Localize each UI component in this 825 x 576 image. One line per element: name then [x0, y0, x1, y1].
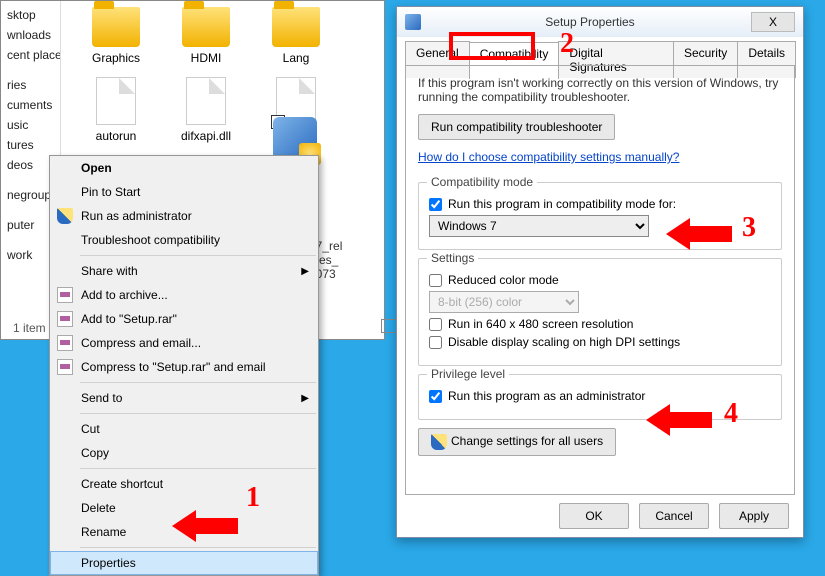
change-all-users-button[interactable]: Change settings for all users [418, 428, 616, 456]
apply-button[interactable]: Apply [719, 503, 789, 529]
dialog-title: Setup Properties [429, 15, 751, 29]
run-troubleshooter-button[interactable]: Run compatibility troubleshooter [418, 114, 615, 140]
annotation-box-2 [449, 32, 535, 60]
annotation-number-4: 4 [724, 400, 738, 428]
annotation-number-1: 1 [246, 484, 260, 512]
res-640-checkbox[interactable]: Run in 640 x 480 screen resolution [429, 317, 771, 331]
menu-run-as-admin[interactable]: Run as administrator [50, 204, 318, 228]
folder-item[interactable]: Lang [261, 7, 331, 65]
group-title: Settings [427, 251, 478, 265]
menu-compress-setup-email[interactable]: Compress to "Setup.rar" and email [50, 355, 318, 379]
submenu-arrow-icon: ▶ [301, 266, 309, 277]
dpi-scaling-checkbox[interactable]: Disable display scaling on high DPI sett… [429, 335, 771, 349]
shield-icon [431, 434, 447, 450]
group-title: Privilege level [427, 367, 509, 381]
run-as-admin-checkbox[interactable]: Run this program as an administrator [429, 389, 771, 403]
intro-text: If this program isn't working correctly … [418, 76, 782, 104]
menu-create-shortcut[interactable]: Create shortcut [50, 472, 318, 496]
cancel-button[interactable]: Cancel [639, 503, 709, 529]
settings-group: Settings Reduced color mode 8-bit (256) … [418, 258, 782, 366]
file-item[interactable]: autorun [81, 77, 151, 143]
annotation-arrow-1 [172, 506, 238, 546]
annotation-arrow-4 [646, 400, 712, 440]
dialog-footer: OK Cancel Apply [559, 503, 789, 529]
app-icon [405, 14, 421, 30]
folder-icon [92, 7, 140, 47]
menu-share-with[interactable]: Share with▶ [50, 259, 318, 283]
submenu-arrow-icon: ▶ [301, 393, 309, 404]
archive-icon [57, 287, 73, 303]
menu-properties[interactable]: Properties [50, 551, 318, 575]
ok-button[interactable]: OK [559, 503, 629, 529]
folder-item[interactable]: HDMI [171, 7, 241, 65]
menu-troubleshoot[interactable]: Troubleshoot compatibility [50, 228, 318, 252]
archive-icon [57, 359, 73, 375]
item-count: 1 item [13, 321, 46, 335]
shield-icon [57, 208, 73, 224]
file-label: Lang [283, 51, 310, 65]
color-bits-select: 8-bit (256) color [429, 291, 579, 313]
sidebar-item[interactable]: cuments [1, 95, 60, 115]
menu-compress-email[interactable]: Compress and email... [50, 331, 318, 355]
folder-item[interactable]: Graphics [81, 7, 151, 65]
sidebar-item[interactable]: sktop [1, 5, 60, 25]
reduced-color-checkbox[interactable]: Reduced color mode [429, 273, 771, 287]
archive-icon [57, 335, 73, 351]
sidebar-item[interactable]: wnloads [1, 25, 60, 45]
file-icon [186, 77, 226, 125]
close-button[interactable]: X [751, 12, 795, 32]
folder-icon [272, 7, 320, 47]
sidebar-item[interactable]: usic [1, 115, 60, 135]
file-item[interactable]: difxapi.dll [171, 77, 241, 143]
tab-panel: If this program isn't working correctly … [405, 65, 795, 495]
archive-icon [57, 311, 73, 327]
sidebar-item[interactable]: tures [1, 135, 60, 155]
annotation-number-2: 2 [560, 30, 574, 58]
menu-send-to[interactable]: Send to▶ [50, 386, 318, 410]
menu-add-archive[interactable]: Add to archive... [50, 283, 318, 307]
menu-add-rar[interactable]: Add to "Setup.rar" [50, 307, 318, 331]
compat-os-select[interactable]: Windows 7 [429, 215, 649, 237]
menu-copy[interactable]: Copy [50, 441, 318, 465]
menu-pin-to-start[interactable]: Pin to Start [50, 180, 318, 204]
properties-dialog: Setup Properties X General Compatibility… [396, 6, 804, 538]
menu-open[interactable]: Open [50, 156, 318, 180]
folder-icon [182, 7, 230, 47]
sidebar-item[interactable]: ries [1, 75, 60, 95]
file-label: difxapi.dll [181, 129, 231, 143]
annotation-arrow-3 [666, 214, 732, 254]
sidebar-item[interactable]: cent places [1, 45, 60, 65]
help-link[interactable]: How do I choose compatibility settings m… [418, 150, 679, 164]
file-icon [96, 77, 136, 125]
file-label: HDMI [191, 51, 222, 65]
annotation-number-3: 3 [742, 214, 756, 242]
file-label: Graphics [92, 51, 140, 65]
menu-cut[interactable]: Cut [50, 417, 318, 441]
compat-mode-checkbox[interactable]: Run this program in compatibility mode f… [429, 197, 771, 211]
group-title: Compatibility mode [427, 175, 537, 189]
file-label: autorun [96, 129, 137, 143]
